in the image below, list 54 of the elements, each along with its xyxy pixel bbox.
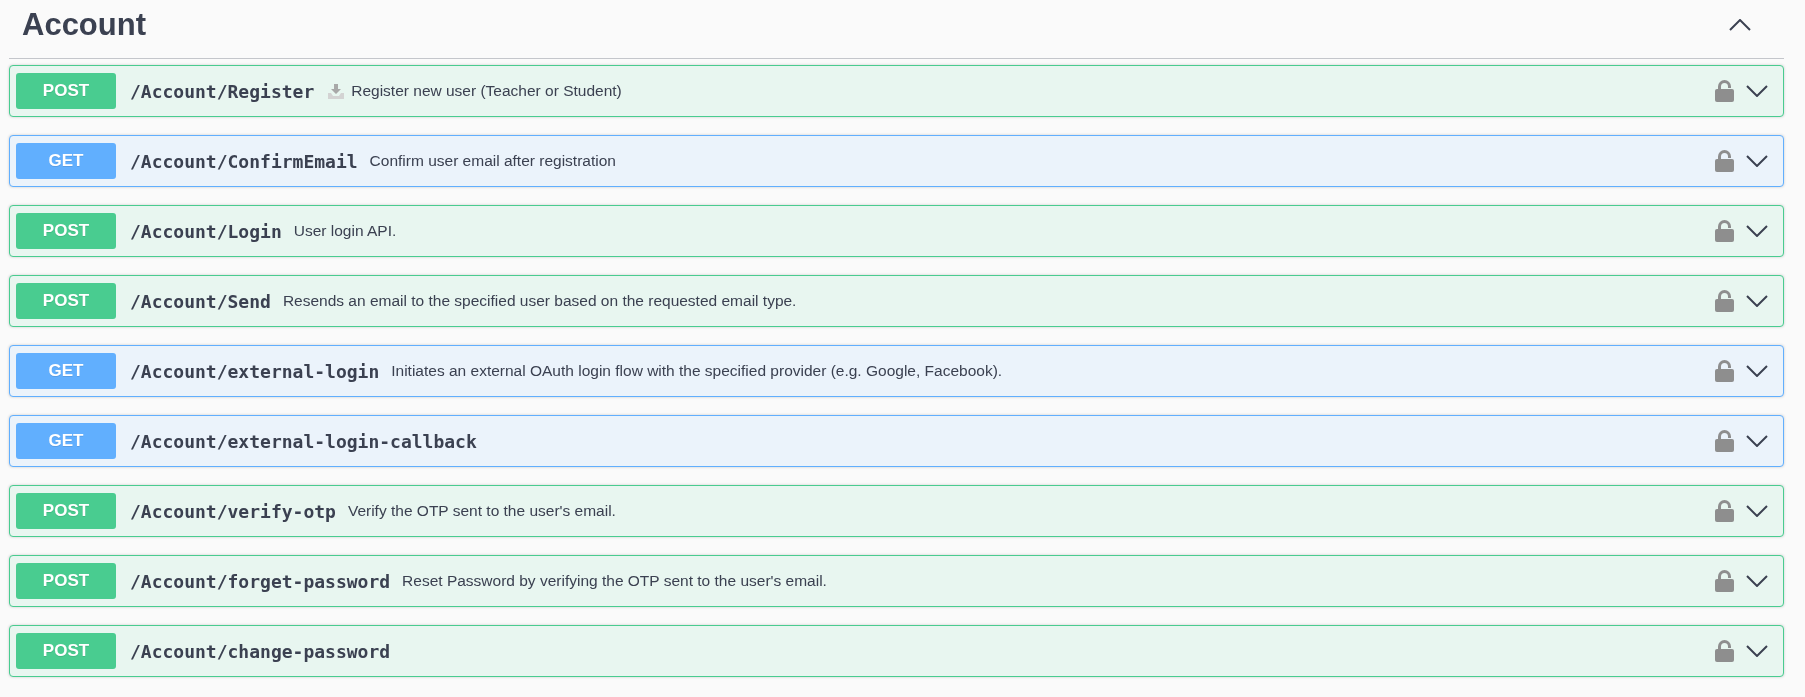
endpoint-row[interactable]: POST /Account/change-password [9, 625, 1784, 677]
chevron-down-icon[interactable] [1746, 435, 1768, 447]
chevron-down-icon[interactable] [1746, 365, 1768, 377]
endpoint-path: /Account/change-password [130, 640, 391, 662]
open-padlock-icon[interactable] [1715, 500, 1734, 522]
open-padlock-icon[interactable] [1715, 220, 1734, 242]
chevron-down-icon[interactable] [1746, 225, 1768, 237]
endpoint-description: Initiates an external OAuth login flow with the specified provider (e.g. Google, Facebook). [391, 362, 1003, 380]
open-padlock-icon[interactable] [1715, 640, 1734, 662]
endpoint-description: Resends an email to the specified user based on the requested email type. [282, 292, 797, 310]
chevron-down-icon[interactable] [1746, 85, 1768, 97]
endpoint-description: User login API. [293, 222, 397, 240]
endpoint-description: Confirm user email after registration [369, 152, 616, 170]
method-badge: GET [16, 143, 116, 179]
chevron-down-icon[interactable] [1746, 505, 1768, 517]
method-badge: POST [16, 493, 116, 529]
endpoint-path: /Account/Register [130, 80, 315, 102]
endpoint-description: Verify the OTP sent to the user's email. [347, 502, 616, 520]
method-badge: POST [16, 563, 116, 599]
method-badge: POST [16, 633, 116, 669]
endpoint-description: Reset Password by verifying the OTP sent to the user's email. [402, 572, 827, 590]
endpoint-row[interactable]: POST /Account/forget-password Reset Password by verifying the OTP sent to the user's email. [9, 555, 1784, 607]
endpoint-row[interactable]: POST /Account/verify-otp Verify the OTP sent to the user's email. [9, 485, 1784, 537]
method-badge: POST [16, 73, 116, 109]
chevron-down-icon[interactable] [1746, 155, 1768, 167]
endpoint-path: /Account/Send [130, 290, 271, 312]
endpoint-row[interactable]: GET /Account/external-login Initiates an external OAuth login flow with the specified provider (e.g. Google, Facebook). [9, 345, 1784, 397]
endpoint-description: Register new user (Teacher or Student) [351, 82, 622, 100]
open-padlock-icon[interactable] [1715, 80, 1734, 102]
method-badge: GET [16, 423, 116, 459]
open-padlock-icon[interactable] [1715, 570, 1734, 592]
open-padlock-icon[interactable] [1715, 360, 1734, 382]
chevron-down-icon[interactable] [1746, 645, 1768, 657]
method-badge: GET [16, 353, 116, 389]
endpoint-path: /Account/verify-otp [130, 500, 336, 522]
endpoint-row[interactable]: POST /Account/Send Resends an email to the specified user based on the requested email type. [9, 275, 1784, 327]
endpoint-row[interactable]: POST /Account/Login User login API. [9, 205, 1784, 257]
open-padlock-icon[interactable] [1715, 150, 1734, 172]
endpoint-path: /Account/external-login-callback [130, 430, 477, 452]
open-padlock-icon[interactable] [1715, 430, 1734, 452]
endpoint-row[interactable]: POST /Account/Register Register new user (Teacher or Student) [9, 65, 1784, 117]
endpoint-path: /Account/Login [130, 220, 282, 242]
endpoint-row[interactable]: GET /Account/external-login-callback [9, 415, 1784, 467]
open-padlock-icon[interactable] [1715, 290, 1734, 312]
endpoint-path: /Account/forget-password [130, 570, 391, 592]
chevron-down-icon[interactable] [1746, 575, 1768, 587]
method-badge: POST [16, 213, 116, 249]
endpoint-path: /Account/external-login [130, 360, 380, 382]
chevron-down-icon[interactable] [1746, 295, 1768, 307]
method-badge: POST [16, 283, 116, 319]
section-title: Account [22, 6, 147, 44]
chevron-up-icon[interactable] [1729, 19, 1751, 31]
endpoint-row[interactable]: GET /Account/ConfirmEmail Confirm user email after registration [9, 135, 1784, 187]
endpoint-path: /Account/ConfirmEmail [130, 150, 358, 172]
